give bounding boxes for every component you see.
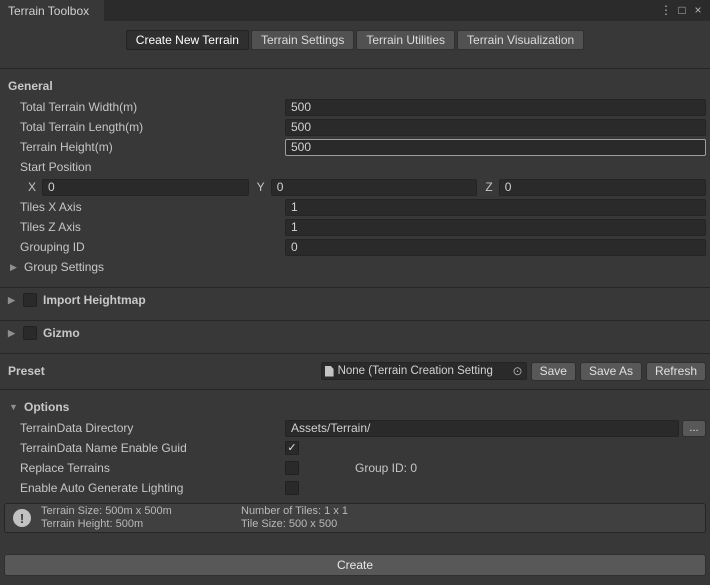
tile-size-text: Tile Size: 500 x 500 [241, 518, 348, 531]
preset-object-value: None (Terrain Creation Setting [338, 365, 511, 377]
terrain-height-label: Terrain Height(m) [20, 140, 285, 154]
terrain-length-row: Total Terrain Length(m) [0, 117, 710, 137]
y-group: Y [257, 179, 478, 196]
start-position-row: Start Position [0, 157, 710, 177]
gizmo-checkbox[interactable] [23, 326, 37, 340]
start-position-xyz-row: X Y Z [0, 177, 710, 197]
x-axis-label: X [28, 180, 36, 194]
info-left-column: Terrain Size: 500m x 500m Terrain Height… [41, 505, 231, 531]
auto-generate-lighting-row: Enable Auto Generate Lighting [0, 478, 710, 498]
name-enable-guid-row: TerrainData Name Enable Guid ✓ [0, 438, 710, 458]
terrain-width-input[interactable] [285, 99, 706, 116]
tiles-x-label: Tiles X Axis [20, 200, 285, 214]
foldout-collapsed-icon[interactable]: ▶ [6, 328, 17, 339]
options-foldout[interactable]: ▼ Options [0, 396, 710, 418]
preset-label: Preset [8, 364, 45, 378]
terrain-toolbox-window: Terrain Toolbox ⋮ □ × Create New Terrain… [0, 0, 710, 576]
name-enable-guid-checkbox[interactable]: ✓ [285, 441, 299, 455]
auto-generate-lighting-checkbox[interactable] [285, 481, 299, 495]
titlebar: Terrain Toolbox ⋮ □ × [0, 0, 710, 21]
auto-generate-lighting-label: Enable Auto Generate Lighting [20, 481, 285, 495]
preset-row: Preset None (Terrain Creation Setting ⊙ … [0, 359, 710, 383]
tab-terrain-visualization[interactable]: Terrain Visualization [457, 30, 584, 50]
grouping-id-input[interactable] [285, 239, 706, 256]
terrain-height-row: Terrain Height(m) [0, 137, 710, 157]
replace-terrains-row: Replace Terrains Group ID: 0 [0, 458, 710, 478]
tiles-x-input[interactable] [285, 199, 706, 216]
z-group: Z [485, 179, 706, 196]
general-section-header: General [0, 75, 710, 97]
tiles-x-row: Tiles X Axis [0, 197, 710, 217]
browse-button[interactable]: ... [682, 420, 706, 437]
import-heightmap-checkbox[interactable] [23, 293, 37, 307]
separator [0, 353, 710, 354]
number-of-tiles-text: Number of Tiles: 1 x 1 [241, 505, 348, 518]
terraindata-directory-row: TerrainData Directory ... [0, 418, 710, 438]
terrain-length-input[interactable] [285, 119, 706, 136]
z-axis-label: Z [485, 180, 492, 194]
terrain-info-box: ! Terrain Size: 500m x 500m Terrain Heig… [4, 503, 706, 533]
info-icon: ! [13, 509, 31, 527]
terraindata-directory-label: TerrainData Directory [20, 421, 285, 435]
refresh-button[interactable]: Refresh [646, 362, 706, 381]
tiles-z-input[interactable] [285, 219, 706, 236]
terrain-length-label: Total Terrain Length(m) [20, 120, 285, 134]
tab-create-new-terrain[interactable]: Create New Terrain [126, 30, 249, 50]
close-icon[interactable]: × [690, 0, 706, 21]
preset-object-field[interactable]: None (Terrain Creation Setting ⊙ [321, 362, 527, 380]
info-right-column: Number of Tiles: 1 x 1 Tile Size: 500 x … [241, 505, 348, 531]
terrain-width-label: Total Terrain Width(m) [20, 100, 285, 114]
object-picker-icon[interactable]: ⊙ [513, 364, 523, 378]
replace-terrains-label: Replace Terrains [20, 461, 285, 475]
start-position-label: Start Position [20, 160, 285, 174]
save-as-button[interactable]: Save As [580, 362, 642, 381]
foldout-collapsed-icon: ▶ [8, 262, 19, 273]
terrain-width-row: Total Terrain Width(m) [0, 97, 710, 117]
tiles-z-label: Tiles Z Axis [20, 220, 285, 234]
gizmo-section[interactable]: ▶ Gizmo [0, 321, 710, 345]
tab-terrain-utilities[interactable]: Terrain Utilities [356, 30, 455, 50]
options-header-label: Options [24, 400, 69, 414]
tab-terrain-settings[interactable]: Terrain Settings [251, 30, 354, 50]
name-enable-guid-label: TerrainData Name Enable Guid [20, 441, 285, 455]
kebab-menu-icon[interactable]: ⋮ [658, 0, 674, 21]
maximize-icon[interactable]: □ [674, 0, 690, 21]
separator [0, 389, 710, 390]
x-group: X [28, 179, 249, 196]
titlebar-icons: ⋮ □ × [658, 0, 710, 21]
gizmo-label: Gizmo [43, 326, 80, 340]
foldout-expanded-icon[interactable]: ▼ [8, 402, 19, 412]
import-heightmap-label: Import Heightmap [43, 293, 146, 307]
terrain-height-text: Terrain Height: 500m [41, 518, 231, 531]
foldout-collapsed-icon[interactable]: ▶ [6, 295, 17, 306]
terrain-size-text: Terrain Size: 500m x 500m [41, 505, 231, 518]
import-heightmap-section[interactable]: ▶ Import Heightmap [0, 288, 710, 312]
asset-file-icon [325, 366, 334, 377]
grouping-id-label: Grouping ID [20, 240, 285, 254]
window-tab[interactable]: Terrain Toolbox [0, 0, 104, 21]
tab-group: Create New Terrain Terrain Settings Terr… [126, 30, 584, 50]
save-button[interactable]: Save [531, 362, 576, 381]
start-y-input[interactable] [271, 179, 478, 196]
separator [0, 68, 710, 69]
terrain-height-input[interactable] [285, 139, 706, 156]
grouping-id-row: Grouping ID [0, 237, 710, 257]
create-button[interactable]: Create [4, 554, 706, 576]
tiles-z-row: Tiles Z Axis [0, 217, 710, 237]
group-settings-label: Group Settings [24, 260, 104, 274]
general-header-label: General [8, 79, 53, 93]
start-x-input[interactable] [42, 179, 249, 196]
group-id-text: Group ID: 0 [355, 461, 417, 475]
toolbar: Create New Terrain Terrain Settings Terr… [0, 21, 710, 58]
window-title: Terrain Toolbox [8, 4, 89, 18]
start-z-input[interactable] [499, 179, 706, 196]
create-row: Create [0, 554, 710, 576]
checkmark-icon: ✓ [287, 443, 296, 454]
terraindata-directory-input[interactable] [285, 420, 679, 437]
y-axis-label: Y [257, 180, 265, 194]
replace-terrains-checkbox[interactable] [285, 461, 299, 475]
group-settings-foldout[interactable]: ▶ Group Settings [0, 257, 710, 277]
